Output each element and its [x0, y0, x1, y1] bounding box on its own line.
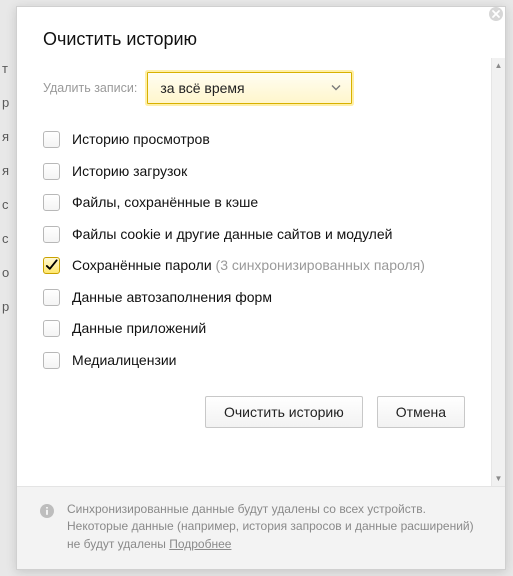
option-row[interactable]: Файлы cookie и другие данные сайтов и мо… [43, 219, 465, 251]
option-label: Медиалицензии [72, 352, 177, 370]
option-row[interactable]: Медиалицензии [43, 345, 465, 377]
checkbox[interactable] [43, 226, 60, 243]
cancel-button-label: Отмена [396, 404, 446, 420]
button-row: Очистить историю Отмена [43, 376, 465, 446]
period-row: Удалить записи: за всё время [43, 72, 465, 104]
options-list: Историю просмотров Историю загрузок Файлы,… [43, 124, 465, 376]
checkbox[interactable] [43, 320, 60, 337]
info-icon [39, 503, 55, 519]
option-row[interactable]: Историю просмотров [43, 124, 465, 156]
period-select[interactable]: за всё время [147, 72, 352, 104]
checkbox[interactable] [43, 131, 60, 148]
checkbox[interactable] [43, 257, 60, 274]
chevron-down-icon [331, 83, 341, 94]
close-icon [488, 6, 504, 27]
clear-history-button[interactable]: Очистить историю [205, 396, 363, 428]
dialog-header: Очистить историю [17, 7, 505, 50]
period-label: Удалить записи: [43, 81, 137, 95]
option-label: Данные автозаполнения форм [72, 289, 272, 307]
option-label: Историю загрузок [72, 163, 187, 181]
checkbox[interactable] [43, 289, 60, 306]
option-row[interactable]: Данные приложений [43, 313, 465, 345]
option-label: Файлы, сохранённые в кэше [72, 194, 258, 212]
scrollbar[interactable]: ▲ ▼ [491, 58, 505, 486]
option-label: Сохранённые пароли (3 синхронизированных… [72, 257, 425, 275]
cancel-button[interactable]: Отмена [377, 396, 465, 428]
option-row[interactable]: Сохранённые пароли (3 синхронизированных… [43, 250, 465, 282]
option-row[interactable]: Данные автозаполнения форм [43, 282, 465, 314]
scroll-up-button[interactable]: ▲ [492, 58, 505, 72]
scroll-down-button[interactable]: ▼ [492, 472, 505, 486]
clear-history-dialog: Очистить историю Удалить записи: за всё … [16, 6, 506, 570]
dialog-title: Очистить историю [43, 29, 479, 50]
option-label: Историю просмотров [72, 131, 210, 149]
option-label: Файлы cookie и другие данные сайтов и мо… [72, 226, 392, 244]
dialog-footer: Синхронизированные данные будут удалены … [17, 486, 505, 569]
checkbox[interactable] [43, 194, 60, 211]
checkbox[interactable] [43, 352, 60, 369]
option-sublabel: (3 синхронизированных пароля) [212, 257, 425, 273]
footer-text: Синхронизированные данные будут удалены … [67, 501, 483, 553]
learn-more-link[interactable]: Подробнее [169, 537, 231, 551]
close-button[interactable] [485, 5, 507, 27]
option-label: Данные приложений [72, 320, 206, 338]
period-selected-value: за всё время [160, 80, 244, 96]
clear-history-button-label: Очистить историю [224, 404, 344, 420]
option-row[interactable]: Историю загрузок [43, 156, 465, 188]
footer-message: Синхронизированные данные будут удалены … [67, 502, 474, 551]
dialog-content: Удалить записи: за всё время Историю про… [17, 50, 491, 486]
option-row[interactable]: Файлы, сохранённые в кэше [43, 187, 465, 219]
checkbox[interactable] [43, 163, 60, 180]
